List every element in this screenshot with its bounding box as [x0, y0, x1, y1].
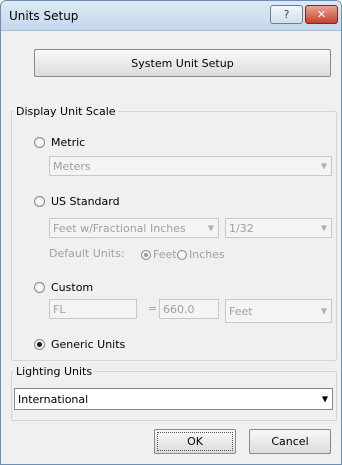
fraction-dropdown[interactable]: 1/32 ▼: [225, 218, 332, 238]
lighting-units-dropdown[interactable]: International ▼: [14, 388, 333, 410]
us-standard-label: US Standard: [51, 195, 120, 208]
chevron-down-icon: ▼: [320, 306, 327, 316]
chevron-down-icon: ▼: [320, 223, 327, 233]
chevron-down-icon: ▼: [320, 161, 327, 171]
metric-unit-value: Meters: [53, 159, 91, 173]
lighting-units-label: Lighting Units: [14, 365, 95, 378]
title-bar[interactable]: Units Setup ? ✕: [1, 1, 341, 31]
custom-name-field[interactable]: FL: [49, 299, 137, 319]
custom-label: Custom: [51, 281, 94, 294]
default-units-feet-row[interactable]: Feet: [141, 248, 177, 261]
metric-radio-row[interactable]: Metric: [34, 136, 85, 149]
units-setup-dialog: Units Setup ? ✕ System Unit Setup Displa…: [0, 0, 342, 465]
metric-radio[interactable]: [34, 137, 45, 148]
default-units-label: Default Units:: [49, 247, 125, 260]
close-button[interactable]: ✕: [305, 5, 338, 24]
generic-units-radio-row[interactable]: Generic Units: [34, 338, 125, 351]
custom-name-value: FL: [53, 302, 66, 316]
custom-radio-row[interactable]: Custom: [34, 281, 93, 294]
display-unit-scale-label: Display Unit Scale: [14, 105, 118, 118]
default-units-feet-radio[interactable]: [141, 249, 151, 260]
default-units-inches-row[interactable]: Inches: [177, 248, 225, 261]
close-icon: ✕: [316, 8, 327, 21]
us-standard-unit-dropdown[interactable]: Feet w/Fractional Inches ▼: [49, 218, 219, 238]
metric-label: Metric: [51, 136, 86, 149]
custom-amount-value: 660.0: [163, 302, 195, 316]
default-units-feet-label: Feet: [153, 248, 177, 261]
cancel-button[interactable]: Cancel: [249, 429, 331, 454]
system-unit-setup-button[interactable]: System Unit Setup: [34, 49, 331, 77]
custom-amount-field[interactable]: 660.0: [159, 299, 219, 319]
custom-unit-dropdown[interactable]: Feet ▼: [225, 299, 332, 323]
help-icon: ?: [283, 8, 290, 21]
us-standard-radio[interactable]: [34, 196, 45, 207]
lighting-units-value: International: [18, 392, 89, 406]
generic-units-label: Generic Units: [51, 338, 126, 351]
fraction-value: 1/32: [229, 221, 254, 235]
window-title: Units Setup: [9, 9, 79, 23]
chevron-down-icon: ▼: [207, 223, 214, 233]
us-standard-radio-row[interactable]: US Standard: [34, 195, 120, 208]
us-standard-unit-value: Feet w/Fractional Inches: [53, 221, 186, 235]
default-units-inches-label: Inches: [189, 248, 225, 261]
metric-unit-dropdown[interactable]: Meters ▼: [49, 156, 332, 176]
help-button[interactable]: ?: [270, 5, 303, 24]
chevron-down-icon: ▼: [321, 394, 328, 404]
generic-units-radio[interactable]: [34, 339, 45, 350]
custom-equals-sign: =: [148, 302, 158, 315]
default-units-inches-radio[interactable]: [177, 249, 187, 260]
custom-radio[interactable]: [34, 282, 45, 293]
ok-button[interactable]: OK: [154, 429, 236, 454]
custom-unit-value: Feet: [229, 304, 253, 318]
